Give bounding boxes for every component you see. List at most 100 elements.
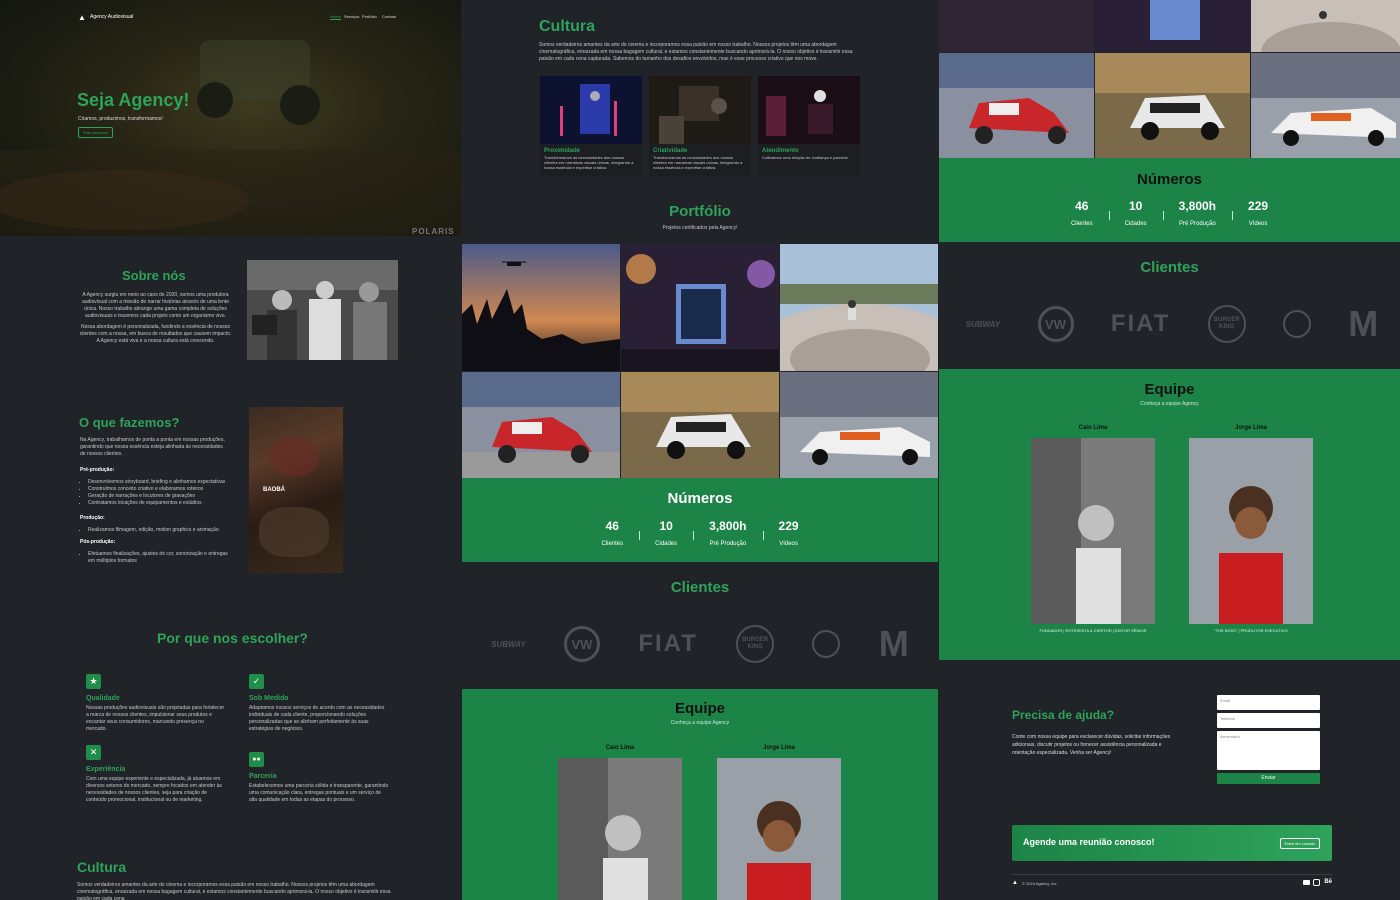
instagram-icon[interactable]	[1313, 879, 1320, 886]
page-column-left: ▲ Agency Audiovisual Home Serviços Portf…	[0, 0, 461, 900]
star-icon: ★	[86, 674, 101, 689]
team-member-role: FUNDADOR | ROTEIRISTA & DIRETOR | EDITOR…	[1039, 628, 1147, 633]
portfolio-image-studio-crop[interactable]	[1095, 0, 1250, 52]
why-card-title: Experiência	[86, 766, 126, 773]
numbers-section-right: Números 46 Clientes 10 Cidades 3,800h Pré P…	[939, 158, 1400, 242]
portfolio-image-rally[interactable]	[621, 372, 779, 478]
team-member-role: "THE BOSS" | PRODUTOR EXECUTIVO	[1214, 628, 1288, 633]
comment-field[interactable]: comentário	[1217, 731, 1320, 770]
culture-card-text: Cultivamos uma relação de confiança e pa…	[762, 155, 849, 160]
mcdonalds-logo: M	[878, 623, 909, 664]
portfolio-subtitle: Projetos certificados pela Agency!	[662, 225, 738, 231]
stat-preproduction: 3,800h Pré Produção	[693, 519, 762, 547]
team-subtitle: Conheça a equipe Agency	[670, 720, 730, 726]
culture-card-title: Atendimento	[762, 148, 799, 154]
culture-title: Cultura	[539, 18, 595, 35]
numbers-title: Números	[667, 490, 733, 507]
services-pre-list: Desenvolvemos storyboard, briefing e ali…	[88, 479, 238, 507]
numbers-row: 46 Clientes 10 Cidades 3,800h Pré Produção …	[462, 519, 938, 547]
hero-title: Seja Agency!	[77, 90, 190, 110]
culture-card-title: Criatividade	[653, 148, 688, 154]
stat-cities: 10 Cidades	[1108, 199, 1163, 227]
why-card-experience: ✕ Experiência Com uma equipe experiente …	[86, 745, 226, 804]
check-icon: ✓	[249, 674, 264, 689]
phone-field[interactable]: Telefone	[1217, 713, 1320, 728]
why-card-quality: ★ Qualidade Nossas produções audiovisuai…	[86, 674, 226, 733]
team-photo-caio	[558, 758, 682, 900]
vw-logo: VW	[1037, 306, 1074, 342]
meeting-button[interactable]: Entre em contato	[1279, 838, 1320, 849]
culture-card-image	[540, 76, 642, 144]
team-title: Equipe	[1144, 381, 1195, 398]
why-card-text: Com uma equipe experiente e especializad…	[86, 776, 222, 803]
hero-cta-button[interactable]: Fale conosco!	[78, 127, 113, 138]
subway-logo: SUBWAY	[491, 639, 526, 649]
portfolio-image-drone-crop[interactable]	[939, 0, 1094, 52]
about-text-2: Nossa abordagem é personalizada, fundind…	[79, 324, 232, 344]
portfolio-image-skate[interactable]	[780, 244, 938, 371]
about-text-1: A Agency surgiu em meio ao caos de 2020,…	[81, 292, 230, 319]
hero-section: ▲ Agency Audiovisual Home Serviços Portf…	[0, 0, 461, 236]
services-title: O que fazemos?	[79, 415, 180, 430]
team-section-right: Equipe Conheça a equipe Agency Caio Lima…	[939, 369, 1400, 660]
nav-brand[interactable]: Agency Audiovisual	[90, 14, 133, 20]
starbucks-logo	[812, 630, 841, 658]
footer: ▲ © 2024 Agency, Inc Bē	[1012, 874, 1332, 894]
meeting-banner: Agende uma reunião conosco! Entre em con…	[1012, 825, 1332, 861]
send-button[interactable]: Enviar	[1217, 773, 1320, 784]
behance-icon[interactable]: Bē	[1324, 879, 1332, 885]
nav-link-services[interactable]: Serviços	[344, 14, 359, 19]
email-field[interactable]: Email	[1217, 695, 1320, 710]
help-text: Conte com nossa equipe para esclarecer d…	[1012, 734, 1171, 756]
nav-link-portfolio[interactable]: Portfólio	[362, 14, 377, 19]
culture-card-text: Transformamos as necessidades dos nossos…	[653, 155, 743, 170]
culture-card-text: Transformamos as necessidades dos nossos…	[544, 155, 634, 170]
team-member-name: Jorge Lima	[1234, 425, 1267, 431]
portfolio-image-studio[interactable]	[621, 244, 779, 371]
portfolio-image-skate-crop[interactable]	[1251, 0, 1400, 52]
help-title: Precisa de ajuda?	[1012, 708, 1115, 722]
why-card-custom: ✓ Sob Medida Adaptamos nossos serviços d…	[249, 674, 389, 733]
burger-king-logo: BURGER KING	[1207, 305, 1246, 343]
vw-logo: VW	[564, 626, 600, 662]
why-card-partnership: ●● Parceria Estabelecemos uma parceria s…	[249, 752, 389, 804]
list-item: Realizamos filmagem, edição, motion grap…	[88, 527, 238, 534]
subway-logo: SUBWAY	[965, 319, 1001, 329]
youtube-icon[interactable]	[1303, 880, 1310, 885]
stat-videos: 229 Vídeos	[1232, 199, 1284, 227]
why-card-text: Nossas produções audiovisuais são projet…	[86, 705, 225, 732]
team-photo-jorge	[717, 758, 841, 900]
culture-card-title: Proximidade	[544, 148, 581, 154]
culture-text: Somos verdadeiros amantes da arte do cin…	[539, 42, 853, 62]
nav-link-contact[interactable]: Contato	[382, 14, 396, 19]
partner-icon: ●●	[249, 752, 264, 767]
list-item: Contratamos locações de equipamentos e e…	[88, 500, 238, 507]
portfolio-image-drone[interactable]	[462, 244, 620, 371]
services-poster-image: BAOBÁ	[249, 407, 343, 573]
portfolio-image-f1-crop[interactable]	[1251, 53, 1400, 158]
about-photo	[247, 260, 398, 360]
burger-king-logo: BURGER KING	[736, 625, 775, 663]
hero-subtitle: Criamos, produzimos, transformamos!	[78, 116, 163, 122]
hero-background-image	[0, 40, 461, 236]
portfolio-title: Portfólio	[669, 203, 731, 220]
portfolio-image-rally-crop[interactable]	[1095, 53, 1250, 158]
services-prod-list: Realizamos filmagem, edição, motion grap…	[88, 527, 238, 534]
team-member-name: Caio Lima	[1078, 425, 1108, 431]
clients-logos: SUBWAY VW FIAT BURGER KING M	[947, 302, 1397, 346]
portfolio-image-f1[interactable]	[780, 372, 938, 478]
stat-preproduction: 3,800h Pré Produção	[1162, 199, 1232, 227]
nav-bar: ▲ Agency Audiovisual Home Serviços Portf…	[78, 13, 398, 23]
nav-link-home[interactable]: Home	[330, 14, 341, 20]
footer-logo-icon: ▲	[1012, 880, 1018, 886]
stat-cities: 10 Cidades	[639, 519, 693, 547]
page-column-right: Números 46 Clientes 10 Cidades 3,800h Pré P…	[939, 0, 1400, 900]
culture-text-bottom: Somos verdadeiros amantes da arte do cin…	[77, 882, 391, 900]
portfolio-image-hotrod-crop[interactable]	[939, 53, 1094, 158]
portfolio-image-hotrod[interactable]	[462, 372, 620, 478]
team-member-name: Caio Lima	[605, 745, 635, 751]
team-photo-jorge	[1189, 438, 1313, 624]
poster-label: BAOBÁ	[263, 487, 285, 493]
starbucks-logo	[1282, 310, 1311, 338]
stat-clients: 46 Clientes	[1070, 199, 1093, 227]
